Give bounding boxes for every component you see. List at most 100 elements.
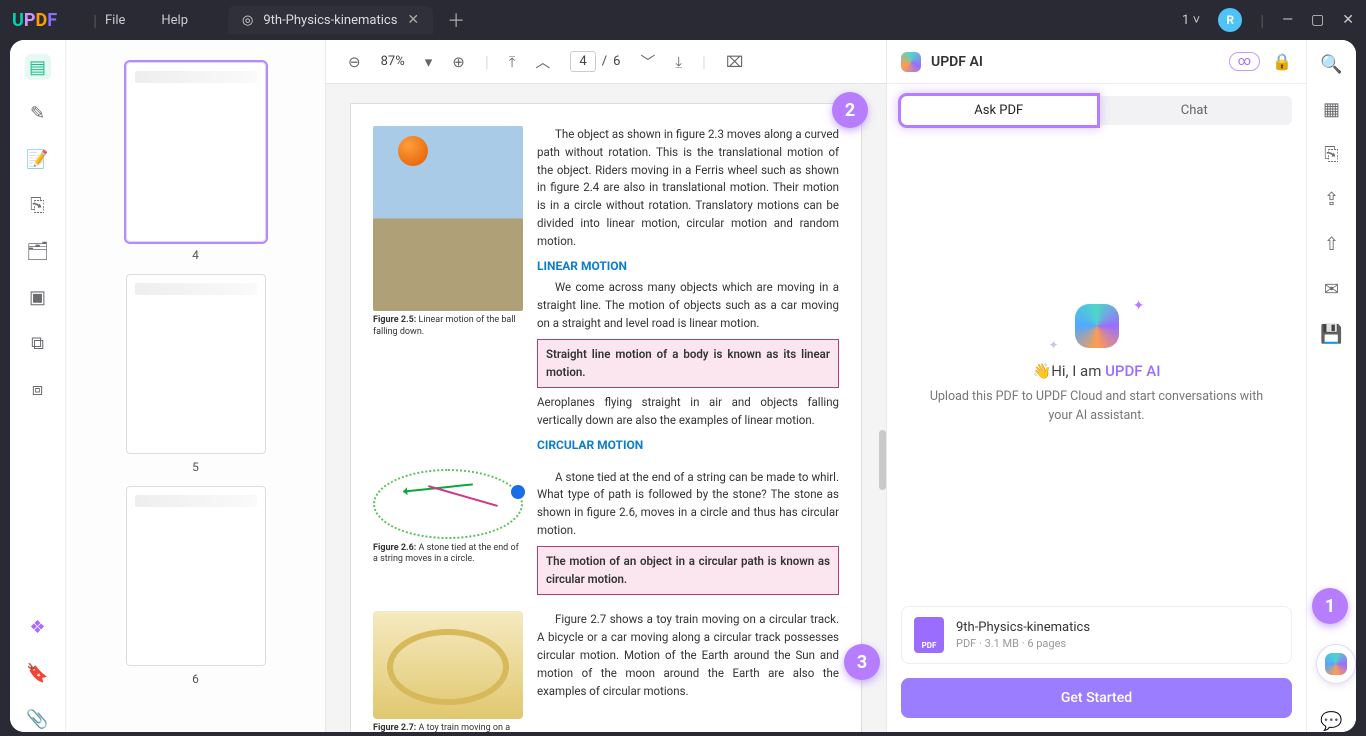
attachment-icon[interactable]: 📎 xyxy=(25,706,51,732)
total-pages: 6 xyxy=(613,54,620,69)
definition-box-circular: The motion of an object in a circular pa… xyxy=(537,546,839,596)
thumbnail-number: 4 xyxy=(80,248,311,262)
share-icon[interactable]: ⇧ xyxy=(1324,234,1339,255)
step-badge-3: 3 xyxy=(844,644,880,680)
bookmark-icon[interactable]: 🔖 xyxy=(25,660,51,686)
figure-2-7-caption: Figure 2.7: A toy train moving on a circ… xyxy=(373,723,523,732)
figure-2-5-caption: Figure 2.5: Linear motion of the ball fa… xyxy=(373,315,523,338)
thumbnail-page-4[interactable] xyxy=(126,62,266,242)
file-name: 9th-Physics-kinematics xyxy=(956,620,1090,635)
step-badge-1: 1 xyxy=(1312,588,1348,624)
avatar[interactable]: R xyxy=(1218,8,1242,32)
ai-panel: UPDF AI ∞ 🔒 Ask PDF Chat 👋Hi, I am UPDF … xyxy=(886,40,1306,732)
separator: | xyxy=(1260,11,1264,30)
window-close-icon[interactable]: ✕ xyxy=(1342,12,1354,28)
prev-page-icon[interactable]: ︿ xyxy=(535,51,550,72)
crop-tool-icon[interactable]: ⧉ xyxy=(25,330,51,356)
figure-2-5-image xyxy=(373,126,523,311)
app-logo: UPDF xyxy=(12,10,57,31)
ai-header: UPDF AI ∞ 🔒 xyxy=(887,40,1306,84)
zoom-value[interactable]: 87% xyxy=(381,54,405,69)
paragraph: The object as shown in figure 2.3 moves … xyxy=(537,126,839,251)
menu-help[interactable]: Help xyxy=(161,13,188,28)
ocr-icon[interactable]: ▦ xyxy=(1323,99,1340,120)
paragraph: We come across many objects which are mo… xyxy=(537,279,839,332)
titlebar: UPDF | File Help ◎ 9th-Physics-kinematic… xyxy=(0,0,1366,40)
first-page-icon[interactable]: ⤒ xyxy=(509,53,516,71)
export-file-icon[interactable]: ⇪ xyxy=(1324,189,1339,210)
step-badge-2: 2 xyxy=(832,92,868,128)
window-maximize-icon[interactable]: ▢ xyxy=(1311,12,1324,28)
ai-flower-icon xyxy=(1075,304,1119,348)
present-icon[interactable]: ⌧ xyxy=(726,53,743,71)
mail-icon[interactable]: ✉ xyxy=(1324,279,1339,300)
comment-icon[interactable]: 💬 xyxy=(1320,711,1342,732)
figure-2-6-image xyxy=(373,469,523,539)
thumbnail-page-6[interactable] xyxy=(126,486,266,666)
ai-body: 👋Hi, I am UPDF AI Upload this PDF to UPD… xyxy=(887,133,1306,596)
zoom-dropdown-icon[interactable]: ▾ xyxy=(425,53,433,71)
document-tab[interactable]: ◎ 9th-Physics-kinematics ✕ xyxy=(228,6,433,34)
tab-doc-icon: ◎ xyxy=(242,13,253,28)
page-organize-tool-icon[interactable]: 🗂 xyxy=(25,238,51,264)
separator: | xyxy=(702,52,706,71)
paragraph: Figure 2.7 shows a toy train moving on a… xyxy=(537,611,839,700)
highlight-tool-icon[interactable]: ✎ xyxy=(25,100,51,126)
page-view: ⊖ 87% ▾ ⊕ | ⤒ ︿ 4 / 6 ﹀ ⤓ | ⌧ Figure 2. xyxy=(326,40,886,732)
window-minimize-icon[interactable]: — xyxy=(1282,12,1293,28)
ai-launcher-icon xyxy=(1325,653,1347,675)
zoom-out-icon[interactable]: ⊖ xyxy=(348,53,361,71)
ai-launcher-button[interactable] xyxy=(1316,644,1356,684)
ai-subtext: Upload this PDF to UPDF Cloud and start … xyxy=(927,388,1267,426)
tab-label: 9th-Physics-kinematics xyxy=(263,13,397,28)
thumbnail-number: 5 xyxy=(80,460,311,474)
zoom-in-icon[interactable]: ⊕ xyxy=(452,53,465,71)
thumbnail-page-5[interactable] xyxy=(126,274,266,454)
edit-text-tool-icon[interactable]: 📝 xyxy=(25,146,51,172)
last-page-icon[interactable]: ⤓ xyxy=(675,53,682,71)
user-count[interactable]: 1 ˅ xyxy=(1182,12,1200,28)
menu-file[interactable]: File xyxy=(105,13,125,28)
tab-ask-pdf[interactable]: Ask PDF xyxy=(901,96,1097,125)
paragraph: Aeroplanes flying straight in air and ob… xyxy=(537,394,839,430)
current-page-input[interactable]: 4 xyxy=(570,51,595,72)
ai-greeting: 👋Hi, I am UPDF AI xyxy=(1033,362,1161,380)
form-tool-icon[interactable]: ⎘ xyxy=(25,192,51,218)
compare-tool-icon[interactable]: ⧈ xyxy=(25,376,51,402)
separator: | xyxy=(485,52,489,71)
heading-linear-motion: LINEAR MOTION xyxy=(537,257,839,276)
paragraph: A stone tied at the end of a string can … xyxy=(537,469,839,540)
save-icon[interactable]: 💾 xyxy=(1320,324,1342,345)
ai-title: UPDF AI xyxy=(931,54,983,70)
figure-2-7-image xyxy=(373,611,523,719)
updf-ai-logo-icon xyxy=(901,52,921,72)
thumbnail-panel[interactable]: 4 5 6 xyxy=(66,40,326,732)
page-sheet: Figure 2.5: Linear motion of the ball fa… xyxy=(351,104,861,732)
scrollbar[interactable] xyxy=(879,430,886,490)
new-tab-button[interactable]: ＋ xyxy=(447,7,465,33)
page-indicator: 4 / 6 xyxy=(570,51,620,72)
definition-box-linear: Straight line motion of a body is known … xyxy=(537,339,839,389)
document-area[interactable]: Figure 2.5: Linear motion of the ball fa… xyxy=(326,84,886,732)
next-page-icon[interactable]: ﹀ xyxy=(640,51,655,72)
ai-tabs: Ask PDF Chat xyxy=(887,84,1306,133)
right-toolbar: 🔍 ▦ ⎘ ⇪ ⇧ ✉ 💾 💬 xyxy=(1306,40,1356,732)
reader-tool-icon[interactable]: ▤ xyxy=(25,54,51,80)
file-card[interactable]: PDF 9th-Physics-kinematics PDF · 3.1 MB … xyxy=(901,606,1292,664)
file-meta: PDF · 3.1 MB · 6 pages xyxy=(956,637,1090,650)
tab-close-icon[interactable]: ✕ xyxy=(407,12,419,28)
infinity-chip[interactable]: ∞ xyxy=(1229,52,1260,71)
layers-icon[interactable]: ❖ xyxy=(25,614,51,640)
figure-2-6-caption: Figure 2.6: A stone tied at the end of a… xyxy=(373,543,523,566)
lock-icon[interactable]: 🔒 xyxy=(1272,52,1292,71)
page-toolbar: ⊖ 87% ▾ ⊕ | ⤒ ︿ 4 / 6 ﹀ ⤓ | ⌧ xyxy=(326,40,886,84)
separator: | xyxy=(93,11,97,30)
redact-tool-icon[interactable]: ▣ xyxy=(25,284,51,310)
pdf-file-icon: PDF xyxy=(914,617,944,653)
export-page-icon[interactable]: ⎘ xyxy=(1324,144,1338,165)
left-toolbar: ▤ ✎ 📝 ⎘ 🗂 ▣ ⧉ ⧈ ❖ 🔖 📎 xyxy=(10,40,66,732)
tab-chat[interactable]: Chat xyxy=(1097,96,1293,125)
get-started-button[interactable]: Get Started xyxy=(901,678,1292,718)
search-icon[interactable]: 🔍 xyxy=(1320,54,1342,75)
heading-circular-motion: CIRCULAR MOTION xyxy=(537,436,839,455)
